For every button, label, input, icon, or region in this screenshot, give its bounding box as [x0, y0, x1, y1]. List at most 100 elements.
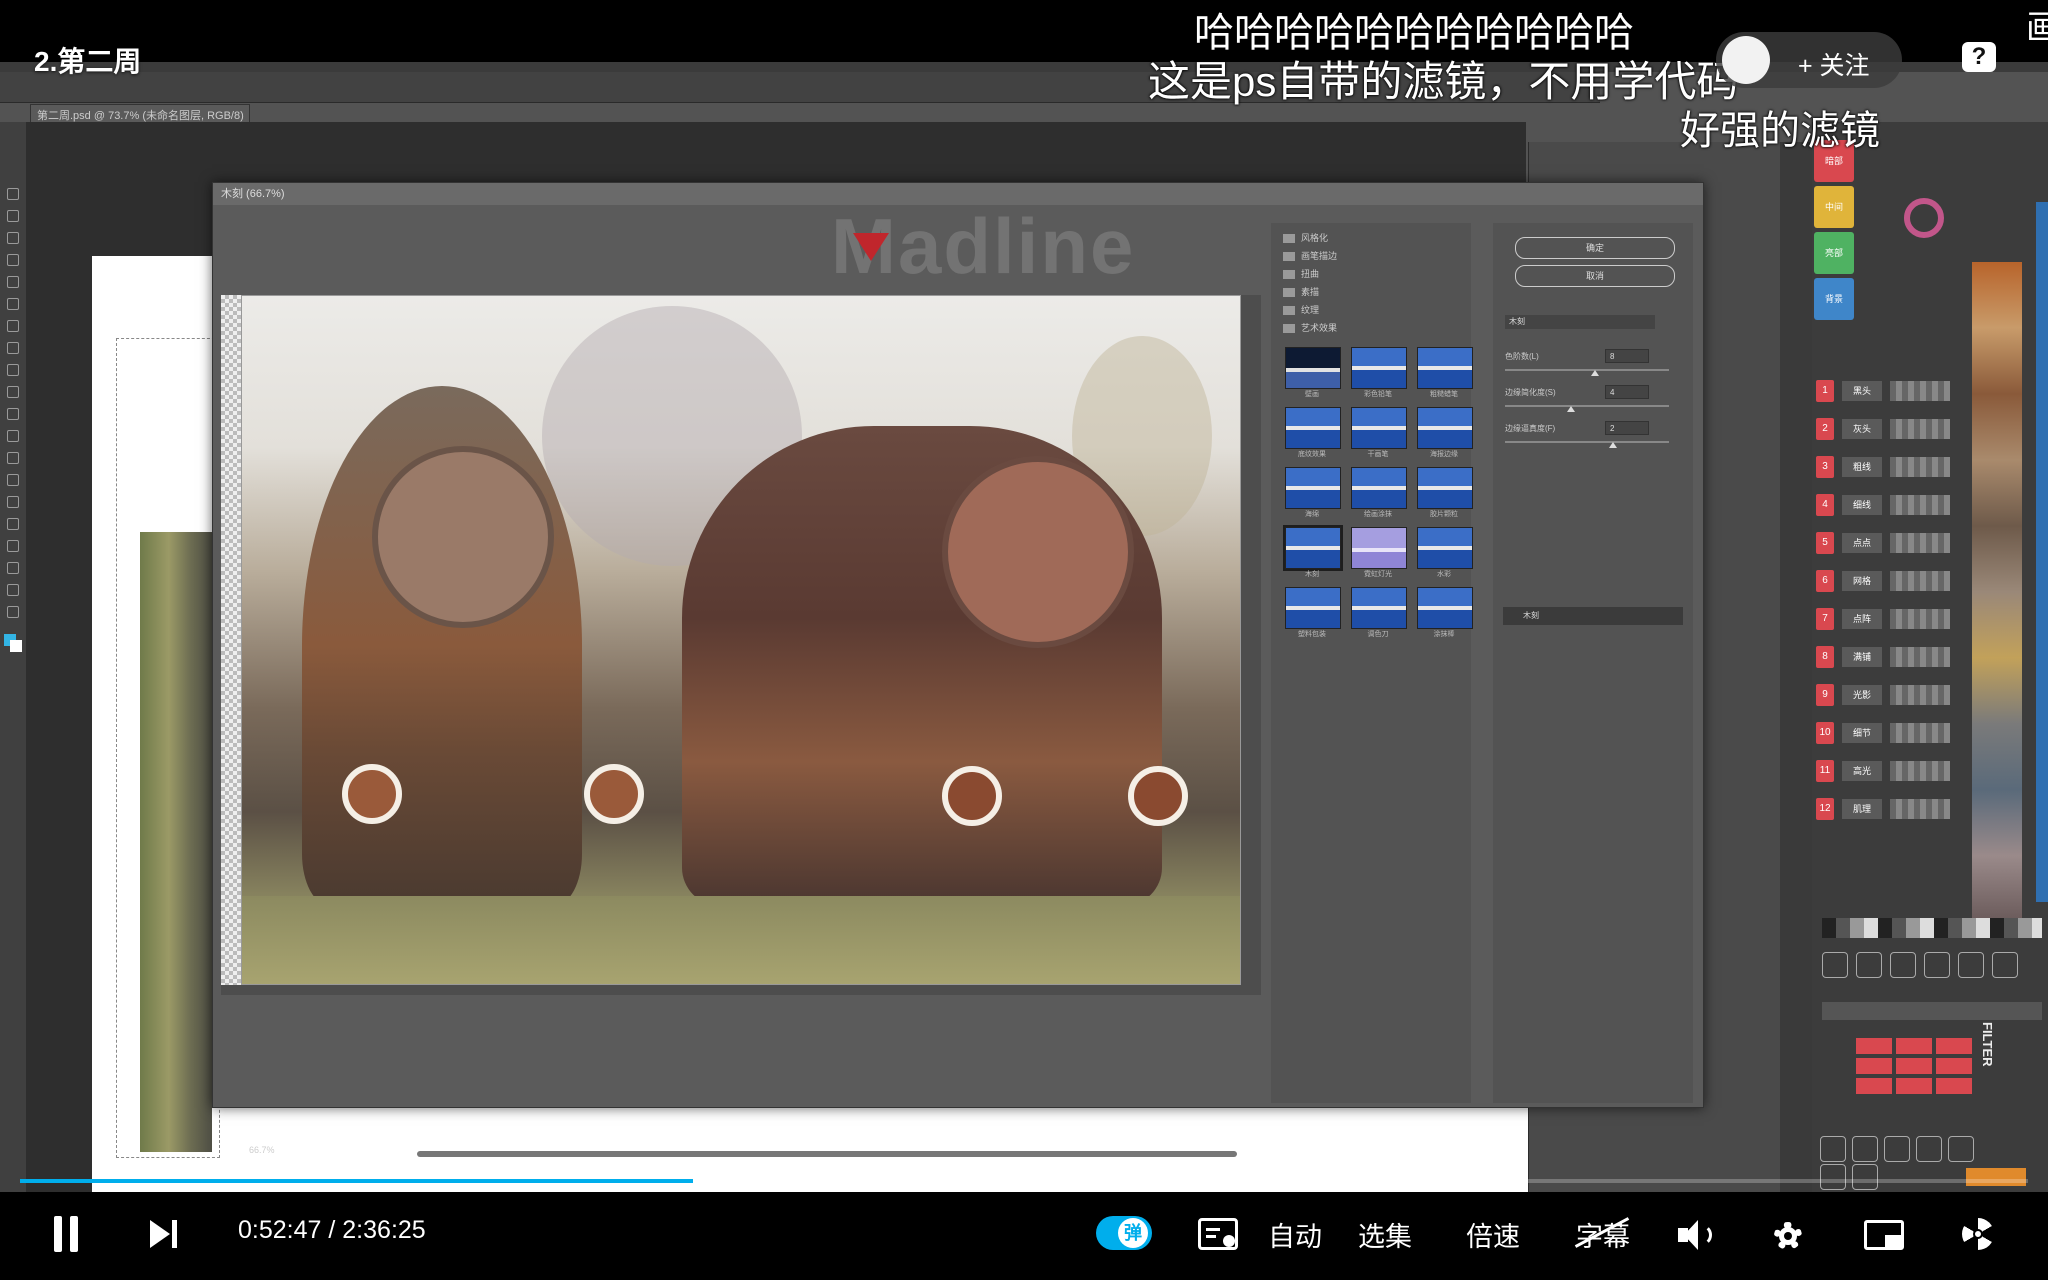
progress-bar[interactable] — [20, 1179, 2028, 1183]
filter-thumbnail[interactable] — [1351, 347, 1407, 389]
param-value-input[interactable]: 2 — [1605, 421, 1649, 435]
pause-icon[interactable] — [50, 1216, 84, 1252]
blend-button[interactable] — [1896, 1078, 1932, 1094]
eyedropper-icon[interactable] — [1884, 1136, 1910, 1162]
gallery-folder[interactable]: 纹理 — [1283, 303, 1463, 319]
histogram-icon[interactable] — [1856, 952, 1882, 978]
filter-thumbnail[interactable] — [1285, 407, 1341, 449]
blend-button[interactable] — [1896, 1058, 1932, 1074]
filter-thumbnail[interactable] — [1285, 587, 1341, 629]
gallery-folder[interactable]: 风格化 — [1283, 231, 1463, 247]
filter-thumbnail[interactable] — [1417, 347, 1473, 389]
layer-row[interactable]: 5 点点 — [1812, 526, 2048, 560]
danmaku-toggle[interactable]: 弹 — [1096, 1216, 1152, 1250]
curves-icon[interactable] — [1890, 952, 1916, 978]
param-slider-thumb[interactable] — [1609, 442, 1618, 448]
gallery-folder[interactable]: 艺术效果 — [1283, 321, 1463, 337]
layer-row[interactable]: 11 高光 — [1812, 754, 2048, 788]
layer-row[interactable]: 9 光影 — [1812, 678, 2048, 712]
param-slider-thumb[interactable] — [1591, 370, 1600, 376]
rotate-icon[interactable] — [1820, 1136, 1846, 1162]
layer-row[interactable]: 8 满铺 — [1812, 640, 2048, 674]
levels-icon[interactable] — [1924, 952, 1950, 978]
blend-button[interactable] — [1896, 1038, 1932, 1054]
auto-quality-button[interactable]: 自动 — [1268, 1215, 1322, 1254]
filter-thumbnail[interactable] — [1351, 407, 1407, 449]
layer-row[interactable]: 2 灰头 — [1812, 412, 2048, 446]
gallery-folder[interactable]: 画笔描边 — [1283, 249, 1463, 265]
color-swatch-button[interactable]: 亮部 — [1814, 232, 1854, 274]
filter-thumbnail[interactable] — [1417, 467, 1473, 509]
filter-thumbnail[interactable] — [1351, 467, 1407, 509]
grass-ground — [242, 896, 1240, 984]
filter-thumbnail[interactable] — [1283, 525, 1343, 571]
dodge-tool-icon — [7, 474, 19, 486]
param-value-input[interactable]: 4 — [1605, 385, 1649, 399]
filter-thumbnail[interactable] — [1285, 347, 1341, 389]
blend-button[interactable] — [1856, 1058, 1892, 1074]
color-swatch-button[interactable]: 背景 — [1814, 278, 1854, 320]
orange-button[interactable] — [1966, 1168, 2026, 1186]
filter-thumbnail-label: 木刻 — [1305, 571, 1319, 578]
color-wheel-icon[interactable] — [1904, 198, 1944, 238]
ok-button[interactable]: 确定 — [1515, 237, 1675, 259]
next-icon[interactable] — [148, 1218, 180, 1250]
zoom-label[interactable]: 66.7% — [249, 1145, 275, 1155]
blend-button[interactable] — [1936, 1058, 1972, 1074]
filter-thumbnail[interactable] — [1417, 407, 1473, 449]
filtered-locomotive-preview[interactable] — [241, 295, 1241, 985]
shape-tool-icon — [7, 562, 19, 574]
blend-button[interactable] — [1856, 1078, 1892, 1094]
blend-button[interactable] — [1856, 1038, 1892, 1054]
fill-icon[interactable] — [1948, 1136, 1974, 1162]
blend-button[interactable] — [1936, 1038, 1972, 1054]
settings-gear-icon[interactable] — [1770, 1218, 1806, 1254]
subtitle-button[interactable]: 字幕 — [1574, 1215, 1630, 1254]
filter-thumbnail[interactable] — [1417, 587, 1473, 629]
color-swatch-button[interactable]: 中间 — [1814, 186, 1854, 228]
filter-thumbnail[interactable] — [1351, 527, 1407, 569]
layer-row[interactable]: 4 细线 — [1812, 488, 2048, 522]
gear-icon[interactable] — [1822, 952, 1848, 978]
volume-icon[interactable] — [1676, 1218, 1716, 1252]
bucket-icon[interactable] — [1916, 1136, 1942, 1162]
layer-row[interactable]: 6 网格 — [1812, 564, 2048, 598]
speed-button[interactable]: 倍速 — [1466, 1215, 1520, 1254]
blend-button[interactable] — [1936, 1078, 1972, 1094]
video-frame[interactable]: 第二周.psd @ 73.7% (未命名图层, RGB/8) FILTER 木刻… — [0, 62, 2048, 1192]
fullscreen-icon[interactable] — [1958, 1214, 1998, 1254]
gallery-folder[interactable]: 扭曲 — [1283, 267, 1463, 283]
param-value-input[interactable]: 8 — [1605, 349, 1649, 363]
help-icon[interactable]: ? — [1962, 42, 1996, 72]
black-white-icon[interactable] — [1992, 952, 2018, 978]
uploader-avatar[interactable] — [1722, 36, 1770, 84]
transparency-checker — [221, 295, 241, 985]
layer-name: 网格 — [1842, 571, 1882, 591]
danmaku-settings-icon[interactable] — [1198, 1218, 1238, 1250]
filter-thumbnail[interactable] — [1417, 527, 1473, 569]
filter-thumbnail[interactable] — [1285, 467, 1341, 509]
layer-row[interactable]: 10 细节 — [1812, 716, 2048, 750]
layer-row[interactable]: 12 肌理 — [1812, 792, 2048, 826]
picture-in-picture-icon[interactable] — [1864, 1220, 1904, 1250]
layer-row[interactable]: 7 点阵 — [1812, 602, 2048, 636]
preview-scrollbar[interactable] — [417, 1151, 1237, 1157]
param-slider-thumb[interactable] — [1566, 406, 1575, 412]
frame-icon[interactable] — [1852, 1164, 1878, 1190]
crop-icon[interactable] — [1820, 1164, 1846, 1190]
hatch-icon[interactable] — [1958, 952, 1984, 978]
layer-row[interactable]: 3 粗线 — [1812, 450, 2048, 484]
follow-button[interactable]: + 关注 — [1716, 32, 1902, 88]
lasso-icon[interactable] — [1852, 1136, 1878, 1162]
filter-thumbnail[interactable] — [1351, 587, 1407, 629]
layer-index: 6 — [1816, 570, 1834, 592]
effect-layer-item[interactable]: 木刻 — [1503, 607, 1683, 625]
filter-select[interactable]: 木刻 — [1505, 315, 1655, 329]
param-slider-track[interactable] — [1505, 405, 1669, 407]
layer-row[interactable]: 1 黑头 — [1812, 374, 2048, 408]
episodes-button[interactable]: 选集 — [1358, 1215, 1412, 1254]
gallery-folder[interactable]: 素描 — [1283, 285, 1463, 301]
cancel-button[interactable]: 取消 — [1515, 265, 1675, 287]
param-slider-track[interactable] — [1505, 441, 1669, 443]
param-slider-track[interactable] — [1505, 369, 1669, 371]
